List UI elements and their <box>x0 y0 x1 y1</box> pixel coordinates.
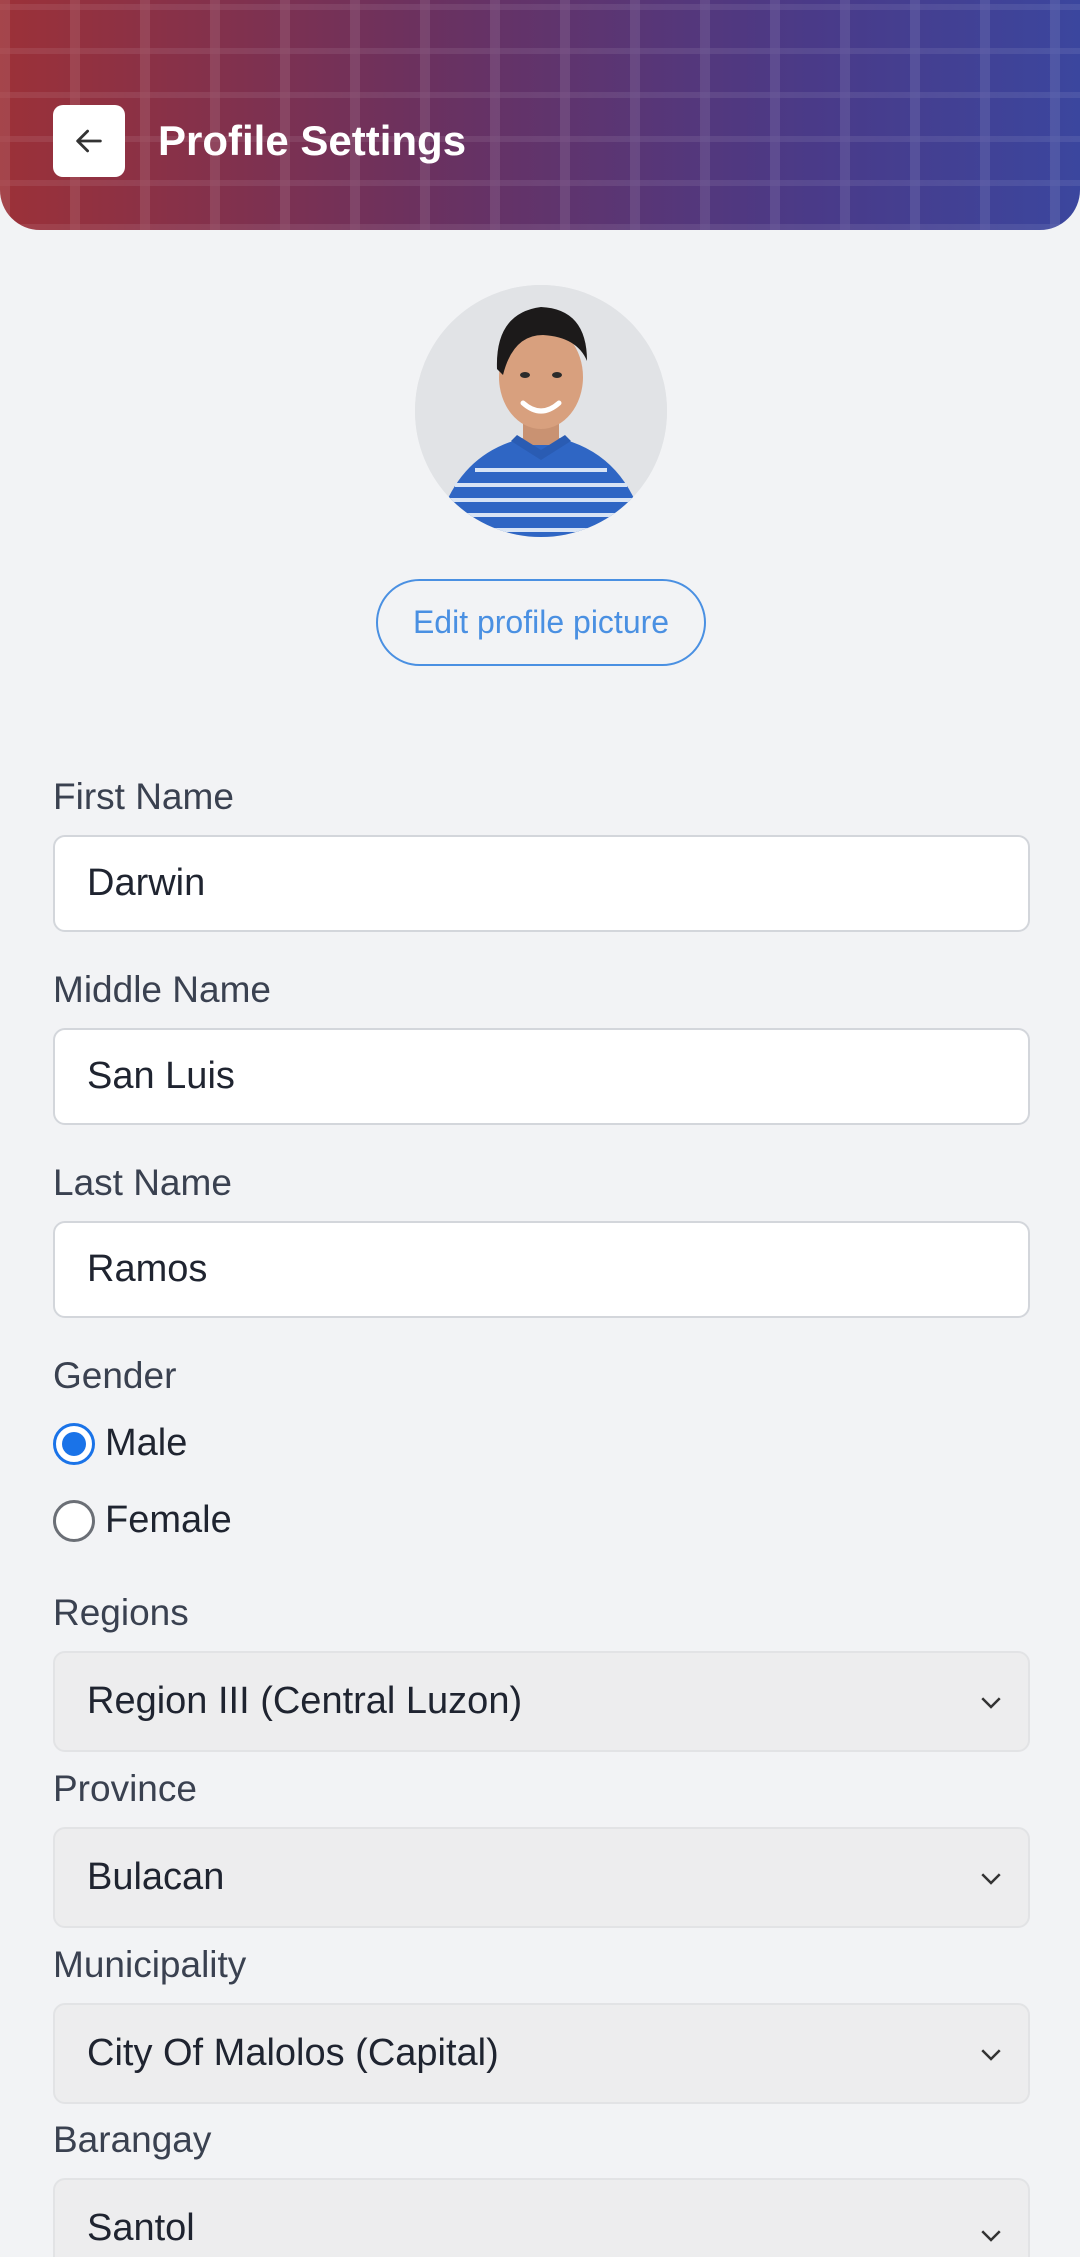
back-button[interactable] <box>53 105 125 177</box>
last-name-field[interactable] <box>53 1221 1030 1318</box>
gender-option-female[interactable]: Female <box>53 1499 232 1542</box>
province-label: Province <box>53 1768 197 1809</box>
regions-label: Regions <box>53 1592 189 1633</box>
male-radio[interactable] <box>53 1422 95 1465</box>
male-radio-label: Male <box>105 1422 188 1464</box>
province-select[interactable]: Bulacan <box>53 1827 1030 1928</box>
middle-name-field[interactable] <box>53 1028 1030 1125</box>
chevron-down-icon <box>981 2049 1001 2061</box>
header-banner: Profile Settings <box>0 0 1080 230</box>
arrow-left-icon <box>76 129 102 153</box>
building-background-image <box>0 0 1080 230</box>
avatar <box>415 285 667 537</box>
last-name-label: Last Name <box>53 1162 232 1203</box>
province-selected-value: Bulacan <box>87 1856 225 1898</box>
gender-label: Gender <box>53 1355 177 1396</box>
gender-option-male[interactable]: Male <box>53 1422 187 1465</box>
profile-photo <box>415 285 667 537</box>
middle-name-label: Middle Name <box>53 969 271 1010</box>
chevron-down-icon <box>981 2230 1001 2242</box>
barangay-select[interactable]: Santol <box>53 2178 1030 2257</box>
first-name-field[interactable] <box>53 835 1030 932</box>
female-radio-label: Female <box>105 1499 232 1541</box>
barangay-selected-value: Santol <box>87 2207 195 2249</box>
regions-selected-value: Region III (Central Luzon) <box>87 1680 523 1722</box>
municipality-select[interactable]: City Of Malolos (Capital) <box>53 2003 1030 2104</box>
first-name-label: First Name <box>53 776 234 817</box>
regions-select[interactable]: Region III (Central Luzon) <box>53 1651 1030 1752</box>
municipality-selected-value: City Of Malolos (Capital) <box>87 2032 499 2074</box>
page-title: Profile Settings <box>158 117 467 164</box>
chevron-down-icon <box>981 1697 1001 1709</box>
barangay-label: Barangay <box>53 2119 212 2160</box>
female-radio[interactable] <box>53 1499 95 1542</box>
edit-profile-picture-button[interactable]: Edit profile picture <box>376 579 706 666</box>
chevron-down-icon <box>981 1873 1001 1885</box>
municipality-label: Municipality <box>53 1944 247 1985</box>
